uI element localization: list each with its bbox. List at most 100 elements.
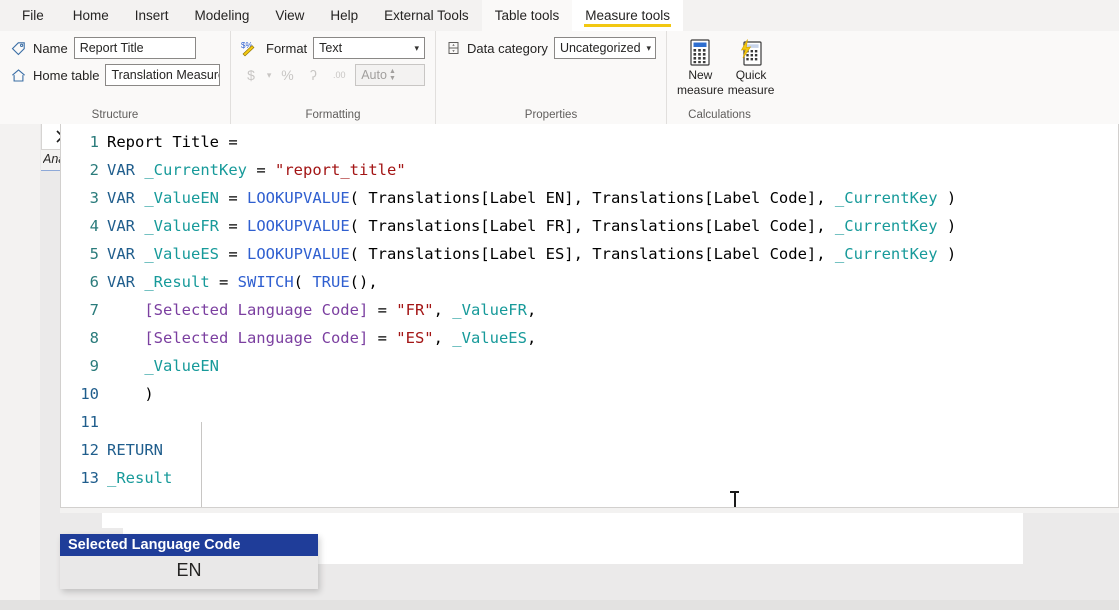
ribbon-tab-insert[interactable]: Insert	[122, 0, 182, 31]
code-token: )	[937, 245, 957, 263]
data-category-label: Data category	[467, 40, 548, 56]
code-token: ,	[433, 329, 453, 347]
code-line-text: [Selected Language Code] = "ES", _ValueE…	[107, 324, 536, 352]
ribbon-tab-modeling[interactable]: Modeling	[182, 0, 263, 31]
calculator-icon	[687, 39, 713, 67]
code-line[interactable]: 2 VAR _CurrentKey = "report_title"	[61, 156, 1118, 184]
code-token: LOOKUPVALUE	[247, 189, 350, 207]
code-token: VAR	[107, 161, 135, 179]
line-number: 2	[89, 161, 99, 179]
ribbon-tab-home[interactable]: Home	[60, 0, 122, 31]
code-line[interactable]: 10 )	[61, 380, 1118, 408]
chevron-down-icon: ▾	[646, 43, 652, 53]
code-line[interactable]: 1 Report Title =	[61, 128, 1118, 156]
text-cursor	[730, 491, 739, 507]
percent-format-button[interactable]: %	[277, 65, 297, 85]
new-measure-button[interactable]: New measure	[677, 39, 724, 97]
code-token: (),	[349, 273, 378, 291]
measure-name-label: Name	[33, 40, 68, 56]
ribbon-tab-file[interactable]: File	[0, 0, 60, 31]
code-line[interactable]: 13 _Result	[61, 464, 1118, 492]
code-token: _ValueES	[452, 329, 527, 347]
currency-format-button[interactable]: $	[241, 65, 261, 85]
code-token: _CurrentKey	[834, 189, 938, 207]
code-token: )	[937, 217, 957, 235]
format-label: Format	[266, 40, 308, 56]
calculator-lightning-icon	[738, 39, 764, 67]
data-category-row: Data category Uncategorized ▾	[446, 37, 656, 59]
card-visual-value: EN	[60, 556, 318, 589]
code-token: ( Translations[Label EN], Translations[L…	[349, 189, 835, 207]
data-category-value: Uncategorized	[559, 41, 641, 55]
code-line[interactable]: 5 VAR _ValueES = LOOKUPVALUE( Translation…	[61, 240, 1118, 268]
code-line[interactable]: 4 VAR _ValueFR = LOOKUPVALUE( Translation…	[61, 212, 1118, 240]
group-label-calculations: Calculations	[688, 109, 751, 121]
code-line-text: VAR _ValueES = LOOKUPVALUE( Translations…	[107, 240, 956, 268]
group-label-properties: Properties	[524, 109, 578, 121]
format-percent-icon: $%	[241, 40, 260, 57]
code-token: Report Title	[107, 133, 229, 151]
ribbon-tab-measure-tools[interactable]: Measure tools	[572, 0, 684, 31]
code-token: VAR	[107, 189, 135, 207]
home-table-label: Home table	[33, 67, 100, 83]
currency-chevron-down-icon[interactable]: ▾	[267, 70, 272, 81]
ribbon-group-structure: Name Report Title Home table Translation…	[0, 31, 230, 124]
code-token: (	[293, 273, 313, 291]
card-visual-title: Selected Language Code	[60, 534, 318, 556]
format-row: $% Format Text ▾	[241, 37, 425, 59]
decimal-places-stepper[interactable]: ▲ ▼	[389, 68, 396, 82]
code-line-text: VAR _ValueFR = LOOKUPVALUE( Translations…	[107, 212, 956, 240]
code-token: _CurrentKey	[834, 245, 938, 263]
quick-measure-button[interactable]: Quick measure	[728, 39, 774, 97]
dax-formula-editor[interactable]: 1 Report Title = 2 VAR _CurrentKey = "repor…	[60, 124, 1119, 508]
code-token: _CurrentKey	[144, 161, 247, 179]
line-number: 3	[89, 189, 99, 207]
code-line[interactable]: 9 _ValueEN	[61, 352, 1118, 380]
code-token: _ValueEN	[144, 189, 219, 207]
home-table-dropdown[interactable]: Translation Measures ▾	[105, 64, 220, 86]
indent-guide	[201, 422, 202, 507]
line-number: 12	[80, 441, 99, 459]
code-line-text: VAR _CurrentKey = "report_title"	[107, 156, 406, 184]
measure-name-input[interactable]: Report Title	[73, 37, 196, 59]
card-visual[interactable]: Selected Language Code EN	[60, 534, 318, 589]
data-category-dropdown[interactable]: Uncategorized ▾	[553, 37, 656, 59]
code-line[interactable]: 8 [Selected Language Code] = "ES", _Valu…	[61, 324, 1118, 352]
code-line[interactable]: 12 RETURN	[61, 436, 1118, 464]
format-dropdown[interactable]: Text ▾	[313, 37, 425, 59]
code-line[interactable]: 6 VAR _Result = SWITCH( TRUE(),	[61, 268, 1118, 296]
code-token: "ES"	[396, 329, 434, 347]
ribbon-tab-view[interactable]: View	[262, 0, 317, 31]
data-category-icon	[446, 40, 461, 56]
code-token: VAR	[107, 273, 135, 291]
thousands-separator-button[interactable]: ʔ	[303, 65, 323, 85]
code-line[interactable]: 11	[61, 408, 1118, 436]
editor-bottom-edge	[60, 508, 1119, 513]
ribbon-tab-help[interactable]: Help	[317, 0, 371, 31]
ribbon-tab-table-tools[interactable]: Table tools	[481, 0, 573, 31]
code-line-text: )	[107, 380, 154, 408]
power-bi-window: File Home Insert Modeling View Help Exte…	[0, 0, 1119, 610]
new-measure-label-line1: New	[688, 68, 713, 82]
code-line[interactable]: 3 VAR _ValueEN = LOOKUPVALUE( Translation…	[61, 184, 1118, 212]
home-table-row: Home table Translation Measures ▾	[10, 64, 220, 86]
code-token: RETURN	[107, 441, 163, 459]
code-token: )	[107, 385, 154, 403]
decrease-decimals-button[interactable]: .00	[329, 65, 349, 85]
code-token: ,	[526, 301, 537, 319]
dax-code[interactable]: 1 Report Title = 2 VAR _CurrentKey = "repor…	[61, 124, 1118, 492]
line-number: 11	[80, 413, 99, 431]
ribbon-tab-strip: File Home Insert Modeling View Help Exte…	[0, 0, 1119, 31]
ribbon-tab-external-tools[interactable]: External Tools	[371, 0, 482, 31]
code-line[interactable]: 7 [Selected Language Code] = "FR", _Valu…	[61, 296, 1118, 324]
home-icon	[10, 67, 27, 84]
code-token: _Result	[107, 469, 173, 487]
code-token: =	[368, 301, 397, 319]
decimal-places-input[interactable]: Auto ▲ ▼	[355, 64, 425, 86]
code-token: [Selected Language Code]	[144, 329, 369, 347]
